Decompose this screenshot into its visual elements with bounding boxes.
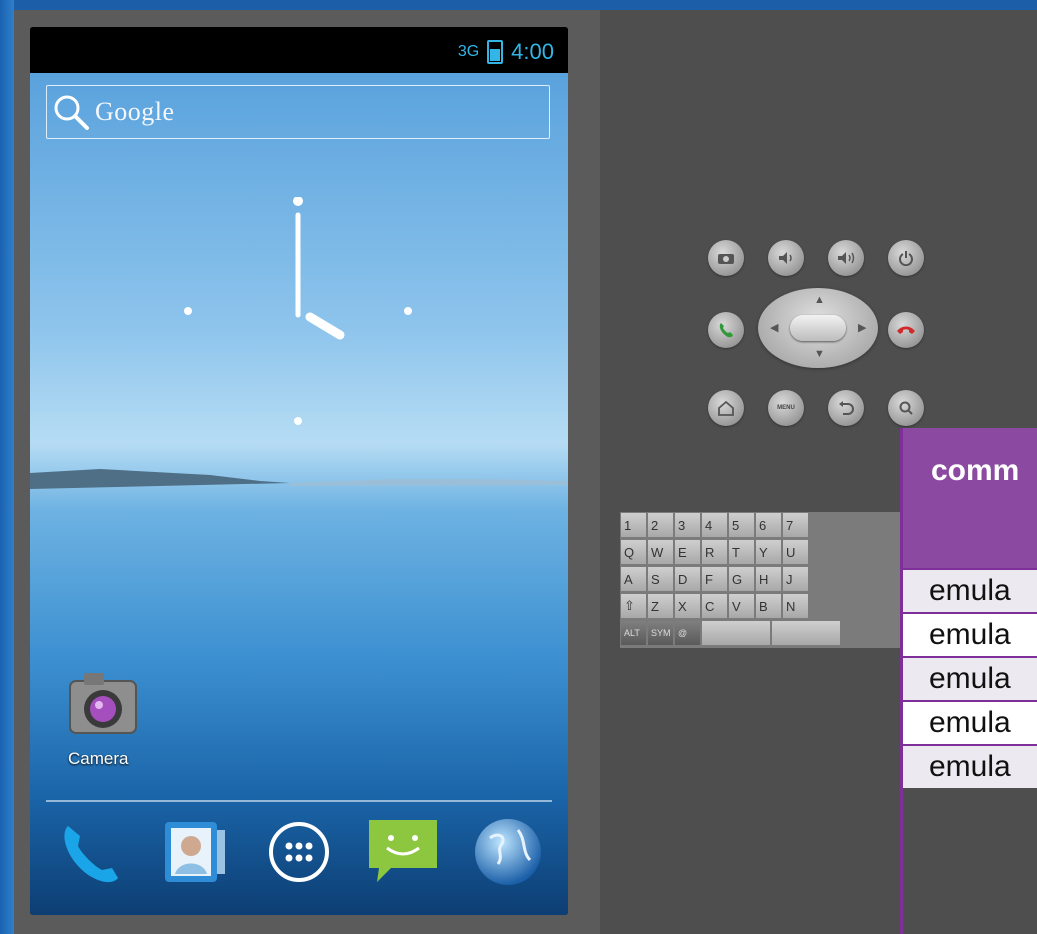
menu-button[interactable]: MENU [768,390,804,426]
window-border-top [0,0,1037,10]
hardware-keyboard: 1 2 3 4 5 6 7 Q W E R T Y U A S D F G H … [620,512,900,648]
key-d[interactable]: D [675,567,700,591]
dpad-right-icon[interactable]: ▶ [858,321,866,334]
end-call-button[interactable] [888,312,924,348]
key-v[interactable]: V [729,594,754,618]
key-u[interactable]: U [783,540,808,564]
camera-button[interactable] [708,240,744,276]
window-border-left [0,0,14,934]
table-row: emula [903,568,1037,612]
key-x[interactable]: X [675,594,700,618]
key-a[interactable]: A [621,567,646,591]
google-search-bar[interactable]: Google [46,85,550,139]
browser-icon[interactable] [468,812,548,892]
table-row: emula [903,700,1037,744]
key-y[interactable]: Y [756,540,781,564]
key-f[interactable]: F [702,567,727,591]
command-table: comm emula emula emula emula emula [900,428,1037,934]
key-2[interactable]: 2 [648,513,673,537]
key-e[interactable]: E [675,540,700,564]
key-4[interactable]: 4 [702,513,727,537]
power-button[interactable] [888,240,924,276]
command-table-header: comm [903,428,1037,568]
home-button[interactable] [708,390,744,426]
lake-horizon [30,469,568,489]
app-drawer-icon[interactable] [259,812,339,892]
key-j[interactable]: J [783,567,808,591]
dock-divider [46,800,552,802]
key-n[interactable]: N [783,594,808,618]
key-z[interactable]: Z [648,594,673,618]
key-1[interactable]: 1 [621,513,646,537]
volume-up-button[interactable] [828,240,864,276]
phone-icon[interactable] [50,812,130,892]
messaging-icon[interactable] [363,812,443,892]
key-6[interactable]: 6 [756,513,781,537]
contacts-icon[interactable] [155,812,235,892]
call-button[interactable] [708,312,744,348]
key-enter[interactable] [772,621,840,645]
dpad-up-icon[interactable]: ▲ [814,294,825,306]
key-g[interactable]: G [729,567,754,591]
key-h[interactable]: H [756,567,781,591]
dpad-down-icon[interactable]: ▼ [814,348,825,360]
table-row: emula [903,612,1037,656]
battery-icon [487,40,504,64]
signal-icon: 3G [457,43,480,60]
dpad-left-icon[interactable]: ◀ [770,321,778,334]
key-at[interactable]: @ [675,621,700,645]
volume-down-button[interactable] [768,240,804,276]
dpad[interactable]: ▲ ▼ ◀ ▶ [758,288,878,368]
emulator-screen[interactable]: 3G 4:00 Google Camera [30,27,568,915]
key-s[interactable]: S [648,567,673,591]
search-placeholder: Google [95,97,175,126]
key-r[interactable]: R [702,540,727,564]
status-bar: 3G 4:00 [30,27,568,73]
clock-time: 4:00 [511,39,554,64]
camera-app-label: Camera [68,749,129,768]
back-button[interactable] [828,390,864,426]
key-w[interactable]: W [648,540,673,564]
key-t[interactable]: T [729,540,754,564]
key-space[interactable] [702,621,770,645]
search-button[interactable] [888,390,924,426]
search-icon [47,88,95,136]
analog-clock-widget[interactable] [180,197,420,437]
key-shift[interactable]: ⇧ [621,594,646,618]
key-b[interactable]: B [756,594,781,618]
key-alt[interactable]: ALT [621,621,646,645]
camera-app-icon[interactable] [66,667,140,751]
key-5[interactable]: 5 [729,513,754,537]
dpad-center-button[interactable] [790,315,846,341]
table-row: emula [903,744,1037,788]
key-7[interactable]: 7 [783,513,808,537]
key-q[interactable]: Q [621,540,646,564]
table-row: emula [903,656,1037,700]
key-c[interactable]: C [702,594,727,618]
dock [30,812,568,902]
key-sym[interactable]: SYM [648,621,673,645]
key-3[interactable]: 3 [675,513,700,537]
